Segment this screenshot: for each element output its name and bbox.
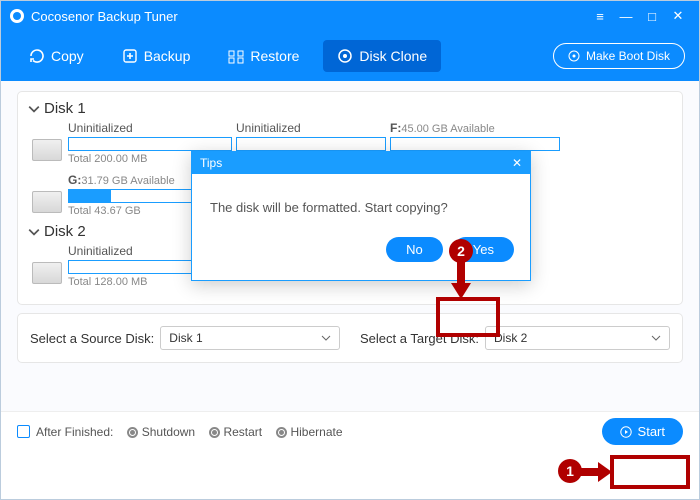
source-disk-dropdown[interactable]: Disk 1 — [160, 326, 340, 350]
disk1-header[interactable]: Disk 1 — [28, 100, 672, 117]
disk2-title: Disk 2 — [44, 223, 86, 240]
restore-button[interactable]: Restore — [214, 40, 313, 72]
hibernate-option[interactable]: Hibernate — [276, 425, 342, 439]
copy-label: Copy — [51, 48, 84, 64]
restart-option[interactable]: Restart — [209, 425, 262, 439]
start-label: Start — [638, 424, 665, 439]
close-button[interactable]: ✕ — [665, 8, 691, 24]
usage-bar — [236, 137, 386, 151]
dialog-titlebar: Tips ✕ — [192, 152, 530, 174]
start-button[interactable]: Start — [602, 418, 683, 445]
chevron-down-icon — [28, 103, 40, 115]
after-finished-label: After Finished: — [36, 425, 113, 439]
usage-bar — [68, 137, 232, 151]
main-toolbar: Copy Backup Restore Disk Clone Make Boot… — [1, 31, 699, 81]
yes-button[interactable]: Yes — [453, 237, 514, 262]
partition-item[interactable]: Uninitialized — [236, 121, 386, 153]
backup-button[interactable]: Backup — [108, 40, 205, 72]
partition-item[interactable]: F:45.00 GB Available — [390, 121, 560, 153]
disk-icon — [32, 262, 62, 284]
restart-label: Restart — [223, 425, 262, 439]
after-finished-checkbox[interactable] — [17, 425, 30, 438]
partition-label: F: — [390, 121, 401, 135]
backup-label: Backup — [144, 48, 191, 64]
disk-clone-label: Disk Clone — [359, 48, 427, 64]
target-disk-value: Disk 2 — [494, 331, 527, 345]
titlebar: Cocosenor Backup Tuner ≡ — □ ✕ — [1, 1, 699, 31]
footer-bar: After Finished: Shutdown Restart Hiberna… — [1, 411, 699, 451]
partition-label: Uninitialized — [68, 244, 133, 258]
tips-dialog: Tips ✕ The disk will be formatted. Start… — [191, 151, 531, 281]
shutdown-label: Shutdown — [142, 425, 195, 439]
menu-icon[interactable]: ≡ — [587, 9, 613, 24]
disk1-title: Disk 1 — [44, 100, 86, 117]
app-title: Cocosenor Backup Tuner — [31, 9, 178, 24]
shutdown-option[interactable]: Shutdown — [127, 425, 195, 439]
partition-label: Uninitialized — [236, 121, 301, 135]
target-disk-label: Select a Target Disk: — [360, 331, 479, 346]
copy-button[interactable]: Copy — [15, 40, 98, 72]
target-disk-dropdown[interactable]: Disk 2 — [485, 326, 670, 350]
disk-icon — [32, 191, 62, 213]
yes-label: Yes — [473, 242, 494, 257]
dialog-title: Tips — [200, 156, 222, 170]
backup-icon — [122, 48, 138, 64]
partition-size: 45.00 GB Available — [401, 123, 494, 135]
chevron-down-icon — [28, 226, 40, 238]
content-area: Disk 1 Uninitialized Total 200.00 MB Uni… — [1, 81, 699, 411]
disk-selector-row: Select a Source Disk: Disk 1 Select a Ta… — [17, 313, 683, 363]
source-disk-value: Disk 1 — [169, 331, 202, 345]
copy-icon — [29, 48, 45, 64]
disk-icon — [32, 139, 62, 161]
chevron-down-icon — [651, 333, 661, 343]
restore-label: Restore — [250, 48, 299, 64]
chevron-down-icon — [321, 333, 331, 343]
maximize-button[interactable]: □ — [639, 9, 665, 24]
dialog-message: The disk will be formatted. Start copyin… — [192, 174, 530, 227]
partition-label: Uninitialized — [68, 121, 133, 135]
annotation-arrow-1 — [580, 460, 614, 484]
no-button[interactable]: No — [386, 237, 443, 262]
no-label: No — [406, 242, 423, 257]
minimize-button[interactable]: — — [613, 9, 639, 24]
annotation-box-start — [610, 455, 690, 489]
boot-disk-icon — [568, 50, 580, 62]
partition-label: G: — [68, 173, 81, 187]
disk-clone-button[interactable]: Disk Clone — [323, 40, 441, 72]
play-icon — [620, 426, 632, 438]
hibernate-label: Hibernate — [290, 425, 342, 439]
dialog-close-button[interactable]: ✕ — [512, 156, 522, 170]
app-logo-icon — [9, 8, 25, 24]
restore-icon — [228, 48, 244, 64]
source-disk-label: Select a Source Disk: — [30, 331, 154, 346]
make-boot-disk-button[interactable]: Make Boot Disk — [553, 43, 685, 69]
annotation-badge-1: 1 — [558, 459, 582, 483]
partition-size: 31.79 GB Available — [81, 175, 174, 187]
usage-bar — [390, 137, 560, 151]
disk-clone-icon — [337, 48, 353, 64]
make-boot-disk-label: Make Boot Disk — [586, 49, 670, 63]
